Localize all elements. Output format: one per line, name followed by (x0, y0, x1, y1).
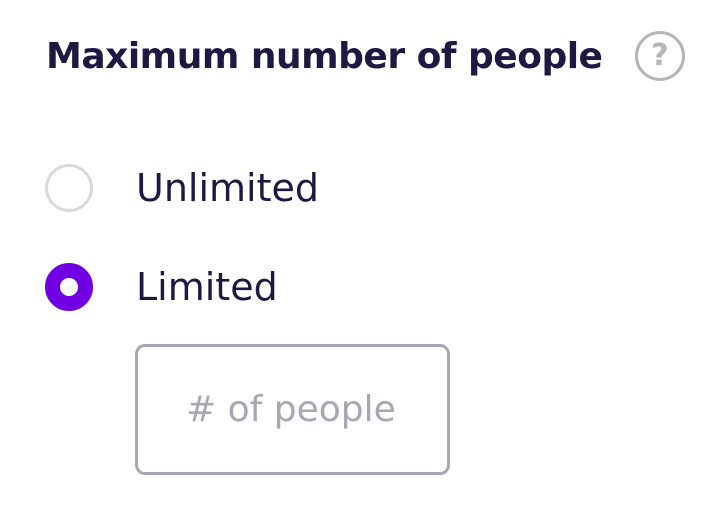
radio-label-unlimited[interactable]: Unlimited (136, 166, 319, 210)
radio-label-limited[interactable]: Limited (136, 265, 278, 309)
question-mark-icon[interactable]: ? (635, 31, 685, 81)
radio-option-unlimited[interactable]: Unlimited (45, 164, 319, 212)
people-limit-field[interactable] (135, 344, 450, 475)
section-header: Maximum number of people (46, 24, 603, 88)
radio-button-limited[interactable] (45, 263, 93, 311)
people-limit-input[interactable] (186, 389, 399, 430)
radio-button-unlimited[interactable] (45, 164, 93, 212)
radio-option-limited[interactable]: Limited (45, 263, 278, 311)
section-title: Maximum number of people (46, 35, 603, 77)
